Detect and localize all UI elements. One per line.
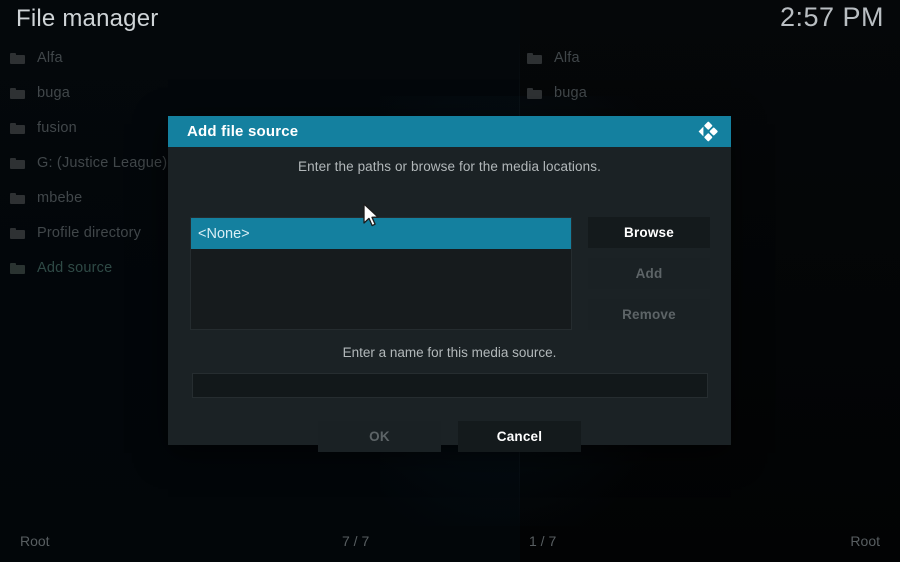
dialog-header: Add file source [168, 116, 731, 147]
path-area: <None> Browse Add Remove [190, 217, 710, 330]
clock: 2:57 PM [779, 2, 884, 32]
status-left-count: 7 / 7 [342, 533, 370, 549]
file-left-label: Profile directory [37, 224, 142, 241]
file-left-item[interactable]: Alfa [10, 40, 480, 75]
file-left-label: mbebe [37, 189, 83, 206]
cancel-button[interactable]: Cancel [458, 421, 581, 452]
folder-icon [10, 192, 25, 204]
browse-button[interactable]: Browse [587, 217, 710, 248]
file-list-right[interactable]: Alfa buga [527, 40, 877, 110]
file-left-label: Add source [37, 259, 113, 276]
dialog-title: Add file source [187, 123, 299, 140]
folder-icon [527, 87, 542, 99]
folder-icon [10, 262, 25, 274]
file-left-label: buga [37, 84, 71, 101]
file-left-label: fusion [37, 119, 77, 136]
page-title: File manager [16, 5, 159, 32]
ok-button: OK [318, 421, 441, 452]
add-file-source-dialog: Add file source Enter the paths or brows… [168, 116, 731, 452]
name-hint: Enter a name for this media source. [342, 345, 557, 360]
file-left-item[interactable]: buga [10, 75, 480, 110]
folder-icon [10, 227, 25, 239]
file-right-item[interactable]: buga [527, 75, 877, 110]
add-button: Add [587, 258, 710, 289]
media-source-name-input[interactable] [192, 373, 708, 398]
status-right-path: Root [850, 533, 880, 549]
file-left-label: Alfa [37, 49, 63, 66]
file-right-item[interactable]: Alfa [527, 40, 877, 75]
folder-icon [10, 122, 25, 134]
folder-icon [10, 52, 25, 64]
status-bar: Root 7 / 7 1 / 7 Root [0, 522, 900, 562]
dialog-footer: OK Cancel [168, 421, 731, 452]
folder-icon [10, 87, 25, 99]
kodi-logo-icon [695, 120, 719, 144]
side-button-group: Browse Add Remove [587, 217, 710, 330]
status-left-path: Root [20, 533, 50, 549]
dialog-body: Enter the paths or browse for the media … [168, 147, 731, 452]
folder-icon [527, 52, 542, 64]
path-list-item[interactable]: <None> [191, 218, 571, 249]
file-right-label: buga [554, 84, 588, 101]
file-left-label: G: (Justice League) [37, 154, 168, 171]
file-right-label: Alfa [554, 49, 580, 66]
status-right-count: 1 / 7 [529, 533, 557, 549]
remove-button: Remove [587, 299, 710, 330]
folder-icon [10, 157, 25, 169]
paths-hint: Enter the paths or browse for the media … [298, 159, 601, 174]
path-list[interactable]: <None> [190, 217, 572, 330]
kodi-file-manager-screen: File manager 2:57 PM Alfa buga fusion G: (J… [0, 0, 900, 562]
